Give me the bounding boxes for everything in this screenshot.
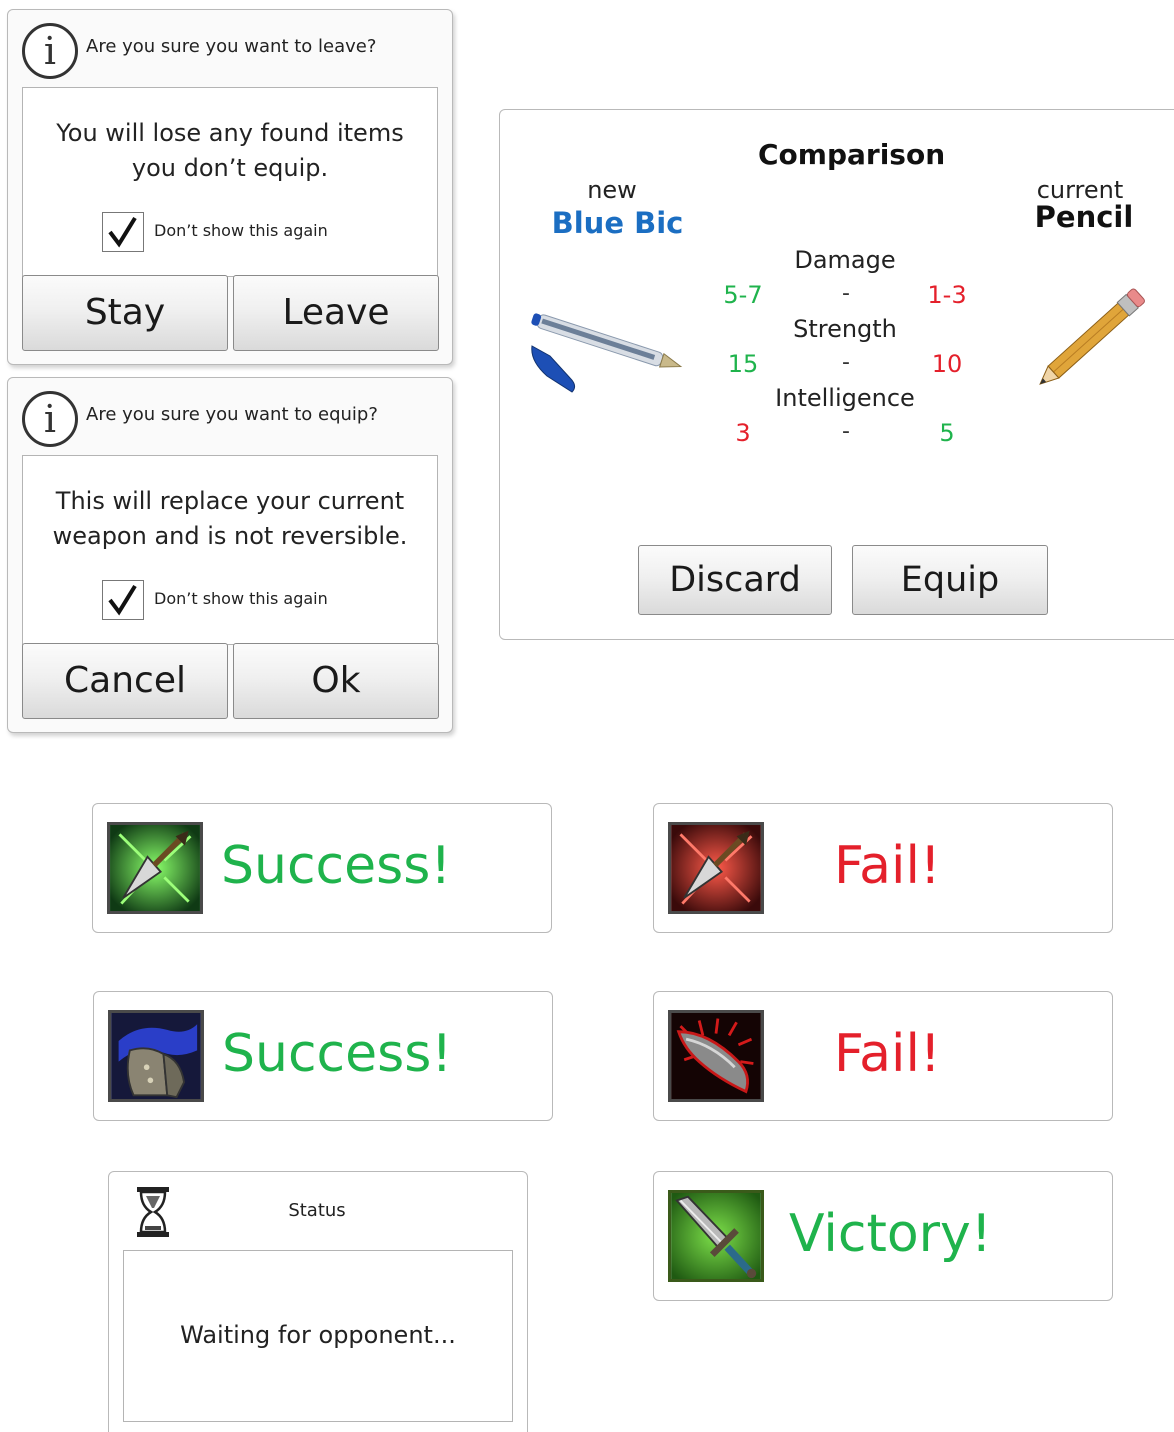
success-notification: Success! bbox=[92, 803, 552, 933]
comparison-title: Comparison bbox=[758, 138, 946, 171]
stat-current-intelligence: 5 bbox=[939, 419, 955, 447]
stat-name-intelligence: Intelligence bbox=[775, 384, 915, 412]
status-message: Waiting for opponent... bbox=[180, 1321, 456, 1349]
dialog-title: Are you sure you want to leave? bbox=[86, 36, 377, 57]
arrow-icon bbox=[107, 822, 203, 914]
sword-icon bbox=[668, 1190, 764, 1282]
stat-current-damage: 1-3 bbox=[927, 281, 967, 309]
fail-notification: Fail! bbox=[653, 803, 1113, 933]
equip-button[interactable]: Equip bbox=[852, 545, 1048, 615]
blue-pen-icon bbox=[531, 313, 683, 393]
status-title: Status bbox=[288, 1200, 346, 1221]
dont-show-again-checkbox[interactable] bbox=[102, 212, 144, 252]
dont-show-again-checkbox[interactable] bbox=[102, 580, 144, 620]
armor-icon bbox=[108, 1010, 204, 1102]
info-icon: i bbox=[22, 391, 78, 447]
arrow-icon bbox=[668, 822, 764, 914]
dialog-title: Are you sure you want to equip? bbox=[86, 404, 378, 425]
checkmark-icon bbox=[108, 584, 137, 616]
result-text: Success! bbox=[221, 836, 452, 896]
info-icon: i bbox=[22, 23, 78, 79]
result-text: Fail! bbox=[834, 836, 941, 896]
cancel-button[interactable]: Cancel bbox=[22, 643, 228, 719]
discard-button[interactable]: Discard bbox=[638, 545, 832, 615]
fail-notification: Fail! bbox=[653, 991, 1113, 1121]
stat-new-intelligence: 3 bbox=[735, 419, 751, 447]
dialog-message: This will replace your current weapon an… bbox=[52, 487, 408, 550]
current-item-name: Pencil bbox=[1034, 200, 1134, 234]
stat-separator: - bbox=[842, 281, 850, 306]
equip-dialog: i Are you sure you want to equip? This w… bbox=[7, 377, 453, 733]
new-item-name: Blue Bic bbox=[551, 206, 684, 240]
leave-button[interactable]: Leave bbox=[233, 275, 439, 351]
pencil-icon bbox=[1039, 288, 1145, 385]
stat-name-damage: Damage bbox=[794, 246, 896, 274]
checkmark-icon bbox=[108, 216, 137, 248]
success-notification: Success! bbox=[93, 991, 553, 1121]
status-body: Waiting for opponent... bbox=[123, 1250, 513, 1422]
new-label: new bbox=[587, 176, 637, 204]
dialog-message: You will lose any found items you don’t … bbox=[56, 119, 404, 182]
stat-separator: - bbox=[842, 419, 850, 444]
stat-separator: - bbox=[842, 350, 850, 375]
leave-dialog: i Are you sure you want to leave? You wi… bbox=[7, 9, 453, 365]
stat-new-strength: 15 bbox=[727, 350, 759, 378]
result-text: Success! bbox=[222, 1024, 453, 1084]
stat-current-strength: 10 bbox=[931, 350, 963, 378]
dialog-body: This will replace your current weapon an… bbox=[22, 455, 438, 645]
victory-notification: Victory! bbox=[653, 1171, 1113, 1301]
stat-new-damage: 5-7 bbox=[723, 281, 763, 309]
result-text: Victory! bbox=[789, 1204, 992, 1264]
status-panel: Status Waiting for opponent... bbox=[108, 1171, 528, 1432]
stat-name-strength: Strength bbox=[793, 315, 897, 343]
stay-button[interactable]: Stay bbox=[22, 275, 228, 351]
dialog-body: You will lose any found items you don’t … bbox=[22, 87, 438, 277]
result-text: Fail! bbox=[834, 1024, 941, 1084]
ok-button[interactable]: Ok bbox=[233, 643, 439, 719]
checkbox-label: Don’t show this again bbox=[154, 221, 328, 240]
blade-icon bbox=[668, 1010, 764, 1102]
checkbox-label: Don’t show this again bbox=[154, 589, 328, 608]
hourglass-icon bbox=[137, 1187, 169, 1237]
comparison-panel: Comparison new Blue Bic current Pencil D… bbox=[499, 109, 1174, 640]
